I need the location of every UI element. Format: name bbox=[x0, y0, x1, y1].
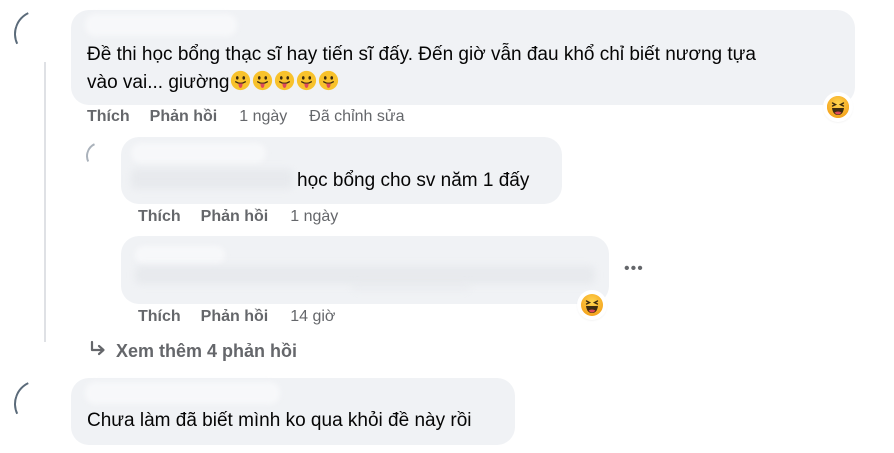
comment-thread: Đề thi học bổng thạc sĩ hay tiến sĩ đấy.… bbox=[0, 0, 894, 453]
view-more-label: Xem thêm 4 phản hồi bbox=[116, 341, 298, 361]
tongue-out-emoji bbox=[319, 70, 339, 91]
avatar[interactable] bbox=[88, 244, 114, 270]
reply-button[interactable]: Phản hồi bbox=[150, 108, 218, 126]
reply-button[interactable]: Phản hồi bbox=[201, 208, 269, 226]
haha-reaction-icon[interactable] bbox=[825, 94, 851, 120]
avatar[interactable] bbox=[7, 373, 69, 435]
redacted-mention bbox=[131, 169, 293, 189]
comment-actions: Thích Phản hồi 1 ngày Đã chỉnh sửa bbox=[87, 108, 404, 126]
like-button[interactable]: Thích bbox=[87, 108, 130, 126]
view-more-replies-button[interactable]: Xem thêm 4 phản hồi bbox=[88, 339, 297, 364]
timestamp[interactable]: 14 giờ bbox=[290, 308, 335, 326]
tongue-out-emoji bbox=[297, 70, 317, 91]
tongue-out-emoji bbox=[229, 70, 339, 93]
timestamp[interactable]: 1 ngày bbox=[239, 108, 287, 126]
avatar[interactable] bbox=[7, 3, 69, 65]
avatar[interactable] bbox=[82, 138, 118, 174]
author-name-redacted[interactable] bbox=[85, 382, 280, 404]
comment-text-line1: Đề thi học bổng thạc sĩ hay tiến sĩ đấy.… bbox=[87, 44, 756, 65]
reply-actions: Thích Phản hồi 14 giờ bbox=[138, 308, 335, 326]
comment-bubble: Chưa làm đã biết mình ko qua khỏi đề này… bbox=[71, 378, 515, 445]
haha-reaction-icon[interactable] bbox=[579, 292, 605, 318]
like-button[interactable]: Thích bbox=[138, 208, 181, 226]
more-options-button[interactable]: ••• bbox=[624, 260, 644, 278]
like-button[interactable]: Thích bbox=[138, 308, 181, 326]
tongue-out-emoji bbox=[275, 70, 295, 91]
redacted-text bbox=[351, 284, 471, 290]
comment-text-line2: vào vai... giường bbox=[87, 68, 339, 98]
redacted-text bbox=[135, 266, 595, 284]
comment-text: Đề thi học bổng thạc sĩ hay tiến sĩ đấy.… bbox=[87, 40, 756, 70]
reply-bubble: học bổng cho sv năm 1 đấy bbox=[121, 137, 562, 204]
timestamp[interactable]: 1 ngày bbox=[290, 208, 338, 226]
comment-bubble: Đề thi học bổng thạc sĩ hay tiến sĩ đấy.… bbox=[71, 10, 855, 105]
author-name-redacted[interactable] bbox=[131, 143, 266, 163]
author-name-redacted[interactable] bbox=[135, 246, 225, 264]
reply-arrow-icon bbox=[88, 339, 108, 364]
reply-bubble bbox=[121, 236, 609, 304]
comment-text: học bổng cho sv năm 1 đấy bbox=[297, 170, 530, 191]
tongue-out-emoji bbox=[231, 70, 251, 91]
reply-actions: Thích Phản hồi 1 ngày bbox=[138, 208, 338, 226]
tongue-out-emoji bbox=[253, 70, 273, 91]
edited-label: Đã chỉnh sửa bbox=[309, 108, 405, 125]
author-name-redacted[interactable] bbox=[85, 14, 237, 36]
thread-connector bbox=[44, 62, 46, 342]
comment-text: Chưa làm đã biết mình ko qua khỏi đề này… bbox=[87, 410, 472, 431]
reply-button[interactable]: Phản hồi bbox=[201, 308, 269, 326]
